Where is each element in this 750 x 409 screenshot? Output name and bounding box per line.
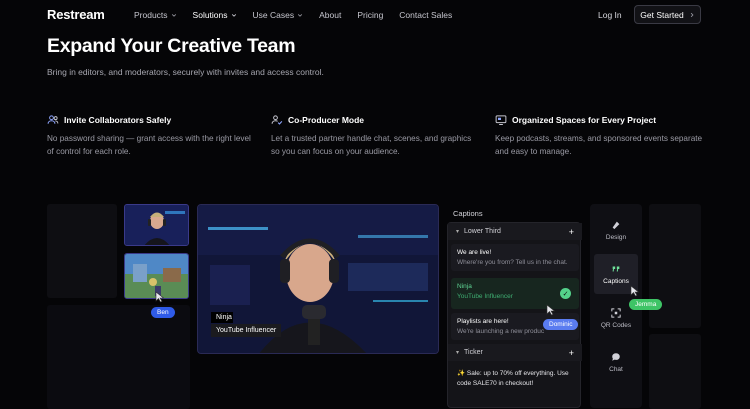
qr-icon (611, 307, 621, 318)
nav-item-label: About (319, 10, 342, 20)
feature-title: Invite Collaborators Safely (64, 115, 172, 125)
nav-item-products[interactable]: Products (134, 10, 177, 20)
ticker-message: ✨ Sale: up to 70% off everything. Use co… (457, 370, 569, 388)
ticker-header[interactable]: ▾ Ticker + (448, 344, 582, 361)
add-icon[interactable]: + (569, 348, 574, 358)
nav-item-use-cases[interactable]: Use Cases (253, 10, 304, 20)
feature-desc: No password sharing — grant access with … (47, 134, 251, 157)
collapse-caret-icon: ▾ (456, 229, 460, 235)
nav-item-pricing[interactable]: Pricing (357, 10, 383, 20)
feature-title: Organized Spaces for Every Project (512, 115, 657, 125)
empty-tile (649, 334, 701, 409)
lower-third-header[interactable]: ▾ Lower Third + (448, 223, 582, 240)
logo[interactable]: Restream (47, 7, 105, 22)
empty-tile (47, 204, 117, 298)
caption-sub: Where're you from? Tell us in the chat. (457, 259, 568, 266)
section-label: Lower Third (464, 228, 501, 235)
nav-item-label: Pricing (357, 10, 384, 20)
collaborator-tag-ben: Ben (151, 307, 175, 318)
name-tag-name: Ninja (211, 312, 233, 323)
collaborator-tag-jemma: Jemma (629, 299, 663, 310)
caption-sub: YouTube Influencer (457, 293, 513, 300)
collapse-caret-icon: ▾ (456, 350, 460, 356)
chevron-down-icon (297, 14, 303, 17)
get-started-label: Get Started (640, 9, 684, 20)
user-check-icon (271, 115, 283, 125)
nav-item-label: Use Cases (252, 10, 295, 20)
add-icon[interactable]: + (569, 227, 574, 237)
page-title: Expand Your Creative Team (47, 35, 296, 57)
login-link[interactable]: Log In (598, 10, 622, 20)
tool-label: QR Codes (600, 321, 632, 329)
tool-chat[interactable]: Chat (594, 342, 638, 382)
get-started-button[interactable]: Get Started (634, 5, 701, 24)
chat-icon (612, 352, 620, 361)
cursor-pointer-icon (155, 291, 165, 303)
name-tag-role: YouTube Influencer (211, 324, 281, 337)
check-icon: ✓ (560, 288, 571, 299)
cursor-pointer-icon (630, 285, 640, 297)
feature-co-producer-mode: Co-Producer Mode Let a trusted partner h… (271, 114, 481, 158)
tool-label: Chat (609, 365, 623, 373)
tool-label: Captions (603, 277, 629, 285)
caption-card-active[interactable]: Ninja YouTube Influencer ✓ (451, 278, 579, 309)
nav-item-about[interactable]: About (319, 10, 341, 20)
chevron-down-icon (231, 14, 236, 17)
feature-desc: Let a trusted partner handle chat, scene… (271, 134, 472, 157)
caption-card[interactable]: We are live! Where're you from? Tell us … (451, 244, 579, 271)
tool-design[interactable]: Design (594, 210, 638, 250)
captions-panel-title: Captions (453, 209, 483, 218)
nav-menu: Products Solutions Use Cases About Prici… (134, 10, 468, 20)
nav-item-contact-sales[interactable]: Contact Sales (399, 10, 452, 20)
feature-invite-collaborators: Invite Collaborators Safely No password … (47, 114, 257, 158)
design-icon (612, 221, 620, 229)
lower-third-name-tag: Ninja YouTube Influencer (211, 312, 281, 337)
feature-organized-spaces: Organized Spaces for Every Project Keep … (495, 114, 705, 158)
nav-item-solutions[interactable]: Solutions (193, 10, 237, 20)
top-nav: Restream Products Solutions Use Cases Ab… (0, 0, 750, 30)
section-label: Ticker (464, 349, 483, 356)
person-thumbnail-image (125, 205, 188, 245)
tool-label: Design (605, 233, 627, 241)
nav-item-label: Contact Sales (399, 10, 453, 20)
caption-title: We are live! (457, 249, 492, 256)
cursor-pointer-icon (546, 304, 556, 316)
caption-title: Ninja (457, 283, 472, 290)
chevron-right-icon (690, 12, 694, 17)
page-subtitle: Bring in editors, and moderators, secure… (47, 67, 324, 77)
captions-panel: ▾ Lower Third + We are live! Where're yo… (447, 222, 582, 408)
nav-item-label: Products (134, 10, 168, 20)
collaborator-tag-dominic: Dominic (543, 319, 579, 330)
nav-item-label: Solutions (192, 10, 228, 20)
feature-desc: Keep podcasts, streams, and sponsored ev… (495, 134, 703, 157)
chevron-down-icon (171, 14, 176, 17)
camera-thumbnail[interactable] (124, 204, 189, 246)
empty-tile (47, 305, 190, 409)
users-icon (47, 115, 59, 124)
quote-icon (612, 266, 620, 272)
feature-title: Co-Producer Mode (288, 115, 365, 125)
monitor-icon (495, 115, 507, 125)
